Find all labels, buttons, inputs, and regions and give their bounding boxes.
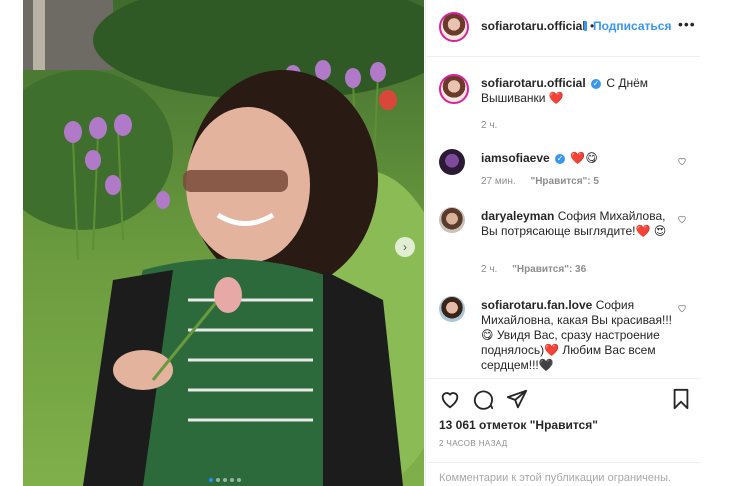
post-actions: 13 061 отметок "Нравится" 2 часов назад … [426, 378, 700, 486]
author-avatar[interactable] [439, 12, 469, 42]
carousel-dot [230, 478, 234, 482]
follow-button[interactable]: Подписаться [593, 19, 671, 33]
caption-emoji: ❤️ [548, 91, 564, 105]
carousel-dot [216, 478, 220, 482]
commenter-avatar[interactable] [439, 296, 465, 322]
comment-meta: 2 ч. "Нравится": 36 [481, 264, 586, 275]
comment-likes[interactable]: "Нравится": 5 [530, 176, 599, 187]
comment-text: sofiarotaru.fan.love София Михайловна, к… [481, 298, 681, 373]
commenter-avatar[interactable] [439, 207, 465, 233]
comment-time[interactable]: 27 мин. [481, 176, 516, 187]
comments-list[interactable]: sofiarotaru.official ✓ С Днём Вышиванки … [426, 57, 700, 378]
paper-plane-icon[interactable] [506, 388, 528, 410]
carousel-dot [237, 478, 241, 482]
photo-illustration [23, 0, 424, 486]
comment-username[interactable]: daryaleyman [481, 209, 554, 223]
verified-badge-icon: ✓ [591, 78, 602, 89]
author-username[interactable]: sofiarotaru.official [481, 19, 586, 33]
comment-icon[interactable] [472, 388, 494, 410]
post-modal: › sofiarotaru.official • Подписаться •••… [23, 0, 700, 486]
carousel-dot [209, 478, 213, 482]
carousel-indicator [209, 478, 241, 482]
carousel-next-button[interactable]: › [395, 237, 415, 257]
caption-text: sofiarotaru.official ✓ С Днём Вышиванки … [481, 76, 681, 106]
heart-icon[interactable] [677, 303, 687, 313]
comment-username[interactable]: iamsofiaeve [481, 151, 550, 165]
restricted-text: Комментарии к этой публикации ограничены… [439, 472, 672, 484]
comment-body: ❤️😋 [570, 151, 598, 165]
comment-time[interactable]: 2 ч. [481, 264, 497, 275]
bookmark-icon[interactable] [670, 388, 692, 410]
comment-text: daryaleyman София Михайлова, Вы потрясаю… [481, 209, 681, 239]
chevron-right-icon: › [403, 240, 407, 254]
caption-time[interactable]: 2 ч. [481, 120, 497, 131]
carousel-dot [223, 478, 227, 482]
author-avatar[interactable] [439, 74, 469, 104]
comment-username[interactable]: sofiarotaru.fan.love [481, 298, 592, 312]
post-sidebar: sofiarotaru.official • Подписаться ••• s… [425, 0, 700, 486]
likes-count[interactable]: 13 061 отметок "Нравится" [439, 418, 598, 432]
comments-restricted-notice: Комментарии к этой публикации ограничены… [426, 462, 700, 486]
post-photo[interactable]: › [23, 0, 424, 486]
more-dots-icon[interactable]: ••• [678, 16, 696, 32]
heart-icon[interactable] [439, 388, 461, 410]
heart-icon[interactable] [677, 214, 687, 224]
comment-text: iamsofiaeve ✓ ❤️😋 [481, 151, 681, 166]
heart-icon[interactable] [677, 156, 687, 166]
comment-meta: 27 мин. "Нравится": 5 [481, 176, 599, 187]
comment-likes[interactable]: "Нравится": 36 [512, 264, 586, 275]
commenter-avatar[interactable] [439, 149, 465, 175]
post-header: sofiarotaru.official • Подписаться ••• [426, 0, 700, 57]
caption-username[interactable]: sofiarotaru.official [481, 76, 586, 90]
verified-badge-icon [584, 21, 587, 31]
post-timestamp[interactable]: 2 часов назад [439, 439, 508, 448]
verified-badge-icon: ✓ [555, 153, 566, 164]
